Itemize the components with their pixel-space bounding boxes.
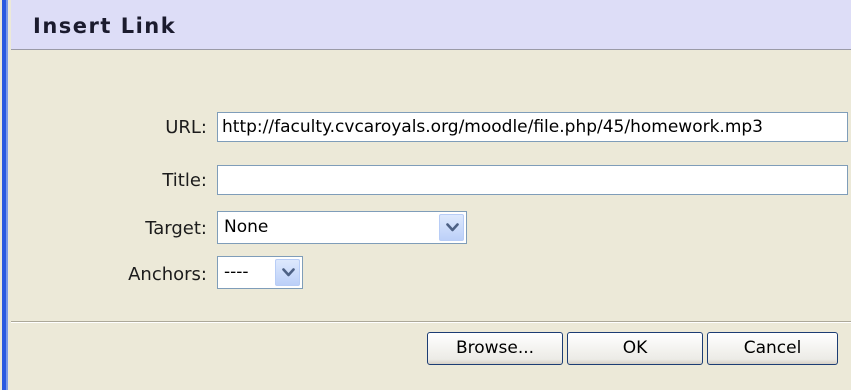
cancel-button[interactable]: Cancel <box>707 332 838 365</box>
footer-separator <box>11 321 851 323</box>
chevron-down-icon <box>446 223 459 232</box>
target-select[interactable]: None <box>217 211 467 244</box>
title-input[interactable] <box>217 165 848 195</box>
dialog-title: Insert Link <box>33 14 177 38</box>
url-input[interactable]: http://faculty.cvcaroyals.org/moodle/fil… <box>217 112 848 142</box>
anchors-select-value: ---- <box>224 262 249 282</box>
target-label: Target: <box>145 218 207 239</box>
anchors-select[interactable]: ---- <box>217 256 303 289</box>
anchors-label: Anchors: <box>128 264 207 285</box>
chevron-down-icon <box>282 268 295 277</box>
ok-button[interactable]: OK <box>567 332 703 365</box>
insert-link-dialog: Insert Link URL: http://faculty.cvcaroya… <box>11 0 851 390</box>
browse-button[interactable]: Browse... <box>427 332 563 365</box>
dialog-title-bar: Insert Link <box>11 0 851 50</box>
target-select-value: None <box>224 217 269 237</box>
title-label: Title: <box>162 170 207 191</box>
window-left-border <box>0 0 11 390</box>
url-label: URL: <box>165 117 207 138</box>
anchors-dropdown-button[interactable] <box>275 259 300 286</box>
target-dropdown-button[interactable] <box>439 214 464 241</box>
